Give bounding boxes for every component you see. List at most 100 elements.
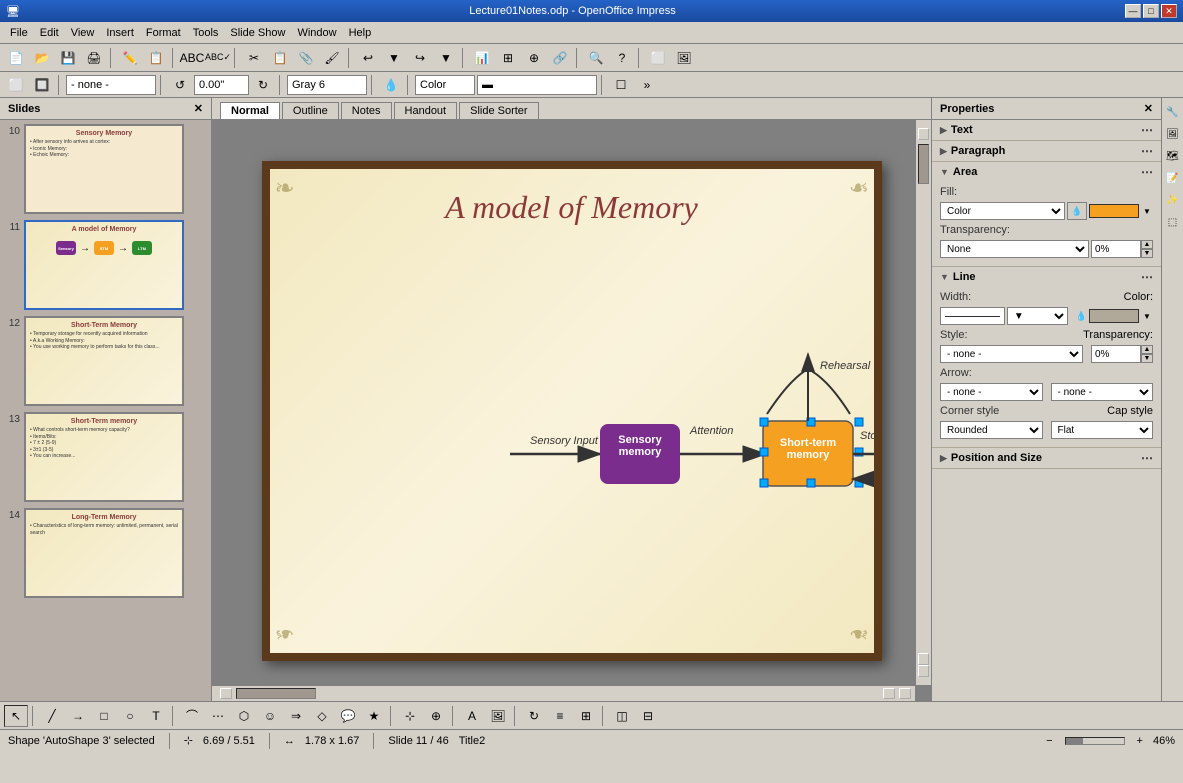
rect-tool[interactable]: □ [92, 705, 116, 727]
line-color-dropdown-btn[interactable]: ▼ [1141, 307, 1153, 325]
maximize-button[interactable]: □ [1143, 4, 1159, 18]
undo-btn[interactable]: ↩ [356, 47, 380, 69]
master-btn[interactable]: 🖼 [672, 47, 696, 69]
crop-tool[interactable]: ⊟ [636, 705, 660, 727]
rotate-tool[interactable]: ↻ [522, 705, 546, 727]
transparency-type-select[interactable]: None [940, 240, 1089, 258]
align-tool[interactable]: ≡ [548, 705, 572, 727]
basic-shapes-tool[interactable]: ⬡ [232, 705, 256, 727]
tab-outline[interactable]: Outline [282, 102, 339, 119]
block-arrows-tool[interactable]: ⇒ [284, 705, 308, 727]
slide-thumb-13[interactable]: Short-Term memory • What controls short-… [24, 412, 184, 502]
slide-thumb-11[interactable]: A model of Memory Sensory → STM → LTM [24, 220, 184, 310]
fill-color-swatch[interactable] [1089, 204, 1139, 218]
flowchart-tool[interactable]: ◇ [310, 705, 334, 727]
menu-view[interactable]: View [65, 25, 101, 41]
tab-slide-sorter[interactable]: Slide Sorter [459, 102, 538, 119]
edit-btn[interactable]: ✏️ [118, 47, 142, 69]
print-btn[interactable]: 🖨 [82, 47, 106, 69]
eyedrop-btn[interactable]: 💧 [379, 74, 403, 96]
text-tool[interactable]: T [144, 705, 168, 727]
spellcheck-btn[interactable]: ABC✓ [206, 47, 230, 69]
color-name-dropdown[interactable]: Gray 6 [287, 75, 367, 95]
line-color-dropper[interactable]: 💧 [1076, 311, 1087, 322]
slides-btn[interactable]: ⬜ [646, 47, 670, 69]
menu-window[interactable]: Window [291, 25, 342, 41]
scrollbar-horizontal[interactable] [212, 685, 915, 701]
scrollbar-vertical[interactable] [915, 120, 931, 685]
fmt-btn1[interactable]: ⬜ [4, 74, 28, 96]
paste-btn[interactable]: 📎 [294, 47, 318, 69]
slide-item-14[interactable]: 14 Long-Term Memory • Characteristics of… [4, 508, 207, 598]
zoom-slider[interactable] [1065, 737, 1125, 745]
more-btn[interactable]: » [635, 74, 659, 96]
shadow-tool[interactable]: ◫ [610, 705, 634, 727]
para-section-more[interactable]: ⋯ [1141, 144, 1153, 158]
callouts-tool[interactable]: 💬 [336, 705, 360, 727]
style-dropdown[interactable]: - none - [66, 75, 156, 95]
canvas-area[interactable]: A model of Memory Sensory Input Sensory … [212, 120, 931, 701]
curves-tool[interactable]: ⌒ [180, 705, 204, 727]
section-pos-header[interactable]: ▶ Position and Size ⋯ [932, 448, 1161, 468]
line-width-select[interactable]: ▼ [1007, 307, 1068, 325]
symbol-shapes-tool[interactable]: ☺ [258, 705, 282, 727]
slide-thumb-10[interactable]: Sensory Memory • After sensory info arri… [24, 124, 184, 214]
section-paragraph-header[interactable]: ▶ Paragraph ⋯ [932, 141, 1161, 161]
cap-style-select[interactable]: Flat Round Square [1051, 421, 1154, 439]
menu-format[interactable]: Format [140, 25, 187, 41]
area-section-more[interactable]: ⋯ [1141, 165, 1153, 179]
tab-normal[interactable]: Normal [220, 102, 280, 119]
table-btn[interactable]: ⊞ [496, 47, 520, 69]
fmt-btn2[interactable]: 🔲 [30, 74, 54, 96]
gluepoints-tool[interactable]: ⊕ [424, 705, 448, 727]
props-close-icon[interactable]: ✕ [1144, 102, 1153, 115]
line-color-swatch[interactable] [1089, 309, 1139, 323]
styles-icon[interactable]: 📝 [1163, 168, 1183, 188]
line-tool[interactable]: ╱ [40, 705, 64, 727]
slide-thumb-12[interactable]: Short-Term Memory • Temporary storage fo… [24, 316, 184, 406]
stars-tool[interactable]: ★ [362, 705, 386, 727]
section-area-header[interactable]: ▼ Area ⋯ [932, 162, 1161, 182]
help-btn[interactable]: ? [610, 47, 634, 69]
find-btn[interactable]: 🔍 [584, 47, 608, 69]
arrow-start-select[interactable]: - none - [940, 383, 1043, 401]
menu-file[interactable]: File [4, 25, 34, 41]
slides-close-icon[interactable]: ✕ [194, 102, 203, 115]
arrow-tool[interactable]: → [66, 705, 90, 727]
new-btn[interactable]: 📄 [4, 47, 28, 69]
slide-item-11[interactable]: 11 A model of Memory Sensory → STM → LTM [4, 220, 207, 310]
ellipse-tool[interactable]: ○ [118, 705, 142, 727]
menu-help[interactable]: Help [343, 25, 378, 41]
line-trans-up[interactable]: ▲ [1141, 345, 1153, 354]
effects-icon[interactable]: ✨ [1163, 190, 1183, 210]
line-section-more[interactable]: ⋯ [1141, 270, 1153, 284]
connectors-tool[interactable]: ⋯ [206, 705, 230, 727]
hyperlink-btn[interactable]: 🔗 [548, 47, 572, 69]
line-width-preview[interactable] [940, 307, 1005, 325]
corner-style-select[interactable]: Rounded Sharp Beveled [940, 421, 1043, 439]
fill-type-select[interactable]: Color [940, 202, 1065, 220]
zoom-out-btn[interactable]: − [1046, 735, 1052, 747]
select-tool[interactable]: ↖ [4, 705, 28, 727]
slide-item-12[interactable]: 12 Short-Term Memory • Temporary storage… [4, 316, 207, 406]
transparency-down[interactable]: ▼ [1141, 249, 1153, 258]
fill-color-dropdown-btn[interactable]: ▼ [1141, 202, 1153, 220]
slide-item-10[interactable]: 10 Sensory Memory • After sensory info a… [4, 124, 207, 214]
line-style-select[interactable]: - none - [940, 345, 1083, 363]
menu-slideshow[interactable]: Slide Show [224, 25, 291, 41]
arrow-end-select[interactable]: - none - [1051, 383, 1154, 401]
fill-color-dropper[interactable]: 💧 [1067, 202, 1087, 220]
points-tool[interactable]: ⊹ [398, 705, 422, 727]
format-paint-btn[interactable]: 🖌 [320, 47, 344, 69]
navigator-icon[interactable]: 🗺 [1163, 146, 1183, 166]
line-trans-down[interactable]: ▼ [1141, 354, 1153, 363]
rot-left[interactable]: ↺ [168, 74, 192, 96]
tab-handout[interactable]: Handout [394, 102, 458, 119]
rot-right[interactable]: ↻ [251, 74, 275, 96]
fill-color-dropdown[interactable]: ▬ [477, 75, 597, 95]
slide-inner[interactable]: A model of Memory Sensory Input Sensory … [270, 169, 874, 653]
angle-field[interactable]: 0.00" [194, 75, 249, 95]
menu-edit[interactable]: Edit [34, 25, 65, 41]
zoom-in-btn[interactable]: + [1137, 735, 1143, 747]
spell-btn[interactable]: ABC [180, 47, 204, 69]
